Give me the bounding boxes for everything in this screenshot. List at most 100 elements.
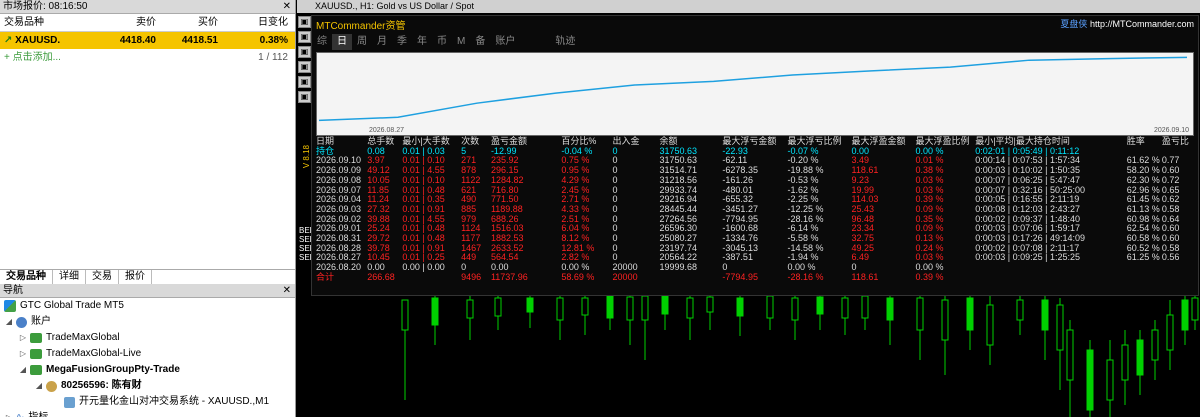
table-cell: 0: [612, 233, 618, 244]
expand-icon[interactable]: ◢: [4, 314, 14, 330]
broker-name: GTC Global Trade MT5: [20, 300, 124, 311]
col-ask[interactable]: 买价: [160, 14, 222, 31]
collapsed-icon[interactable]: ▷: [18, 330, 28, 346]
table-cell: 0: [612, 184, 618, 195]
collapsed-icon[interactable]: ▷: [18, 346, 28, 362]
tree-accounts[interactable]: ◢ 账户: [0, 314, 295, 330]
table-cell: 6.49: [851, 252, 870, 263]
tab-daily[interactable]: 日: [332, 34, 352, 50]
ea-label: 开元量化金山对冲交易系统 - XAUUSD.,M1: [79, 396, 270, 407]
candle-body: [1086, 349, 1094, 411]
mtc-url[interactable]: http://MTCommander.com: [1090, 19, 1194, 29]
mtc-title: MTCommander资管: [316, 21, 406, 32]
tab-track[interactable]: 轨迹: [550, 34, 580, 50]
candle-body: [1151, 329, 1159, 361]
toolbar-button[interactable]: ▣: [298, 91, 311, 103]
tree-broker[interactable]: GTC Global Trade MT5: [0, 298, 295, 314]
tab-weekly[interactable]: 周: [352, 34, 372, 50]
table-row: 2026.08.27 10.45 0.01 | 0.25 449 564.54 2.82 …: [316, 253, 1194, 263]
table-cell: 0: [612, 203, 618, 214]
expand-icon[interactable]: ◢: [18, 362, 28, 378]
symbol-row[interactable]: ↗ XAUUSD. 4418.40 4418.51 0.38%: [0, 32, 295, 49]
tab-overview[interactable]: 综: [312, 34, 332, 50]
table-cell: [1127, 263, 1162, 273]
candle-body: [1041, 299, 1049, 331]
table-cell: 118.61: [851, 271, 879, 282]
tree-user[interactable]: ◢ 80256596: 陈有财: [0, 378, 295, 394]
tab-yearly[interactable]: 年: [412, 34, 432, 50]
table-cell: 58.69 %: [561, 271, 595, 282]
candle-body: [1191, 297, 1199, 321]
table-cell: [975, 263, 1126, 273]
table-cell: 0: [612, 145, 618, 156]
table-cell: -7794.95: [722, 271, 758, 282]
col-bid[interactable]: 卖价: [100, 14, 160, 31]
table-cell: 11737.96: [490, 271, 528, 282]
candle-body: [1016, 299, 1024, 321]
toolbar-button[interactable]: ▣: [298, 76, 311, 88]
tab-m[interactable]: M: [452, 34, 470, 50]
tab-monthly[interactable]: 月: [372, 34, 392, 50]
table-cell: 合计: [316, 271, 335, 282]
chart-title: XAUUSD., H1: Gold vs US Dollar / Spot: [315, 1, 475, 11]
tree-account[interactable]: ◢ MegaFusionGroupPty-Trade: [0, 362, 295, 378]
equity-start-date: 2026.08.27: [369, 127, 405, 134]
table-cell: [1162, 263, 1194, 273]
symbol-change: 0.38%: [259, 35, 288, 46]
toolbar-button[interactable]: ▣: [298, 31, 311, 43]
col-symbol[interactable]: 交易品种: [0, 14, 100, 31]
collapsed-icon[interactable]: ▷: [4, 410, 14, 417]
market-watch-title: 市场报价: 08:16:50 ✕: [0, 0, 295, 14]
table-cell: 9496: [461, 271, 482, 282]
table-cell: 0.56: [1161, 252, 1180, 263]
tab-ticks[interactable]: 报价: [119, 270, 152, 284]
tab-symbols[interactable]: 交易品种: [0, 270, 53, 284]
tab-details[interactable]: 详细: [53, 270, 86, 284]
candle-body: [581, 297, 589, 316]
candle-body: [466, 299, 474, 319]
close-icon[interactable]: ✕: [283, 284, 291, 298]
chart-window[interactable]: XAUUSD., H1: Gold vs US Dollar / Spot ▣ …: [297, 0, 1200, 417]
col-change[interactable]: 日变化: [222, 14, 292, 31]
candle-body: [1121, 344, 1129, 381]
candle-body: [841, 297, 849, 319]
tab-notes[interactable]: 备: [470, 34, 490, 50]
table-cell: 出入金: [612, 136, 640, 146]
tab-quarterly[interactable]: 季: [392, 34, 412, 50]
table-cell: 20000: [612, 271, 638, 282]
table-cell: -28.16 %: [787, 271, 824, 282]
table-cell: 0: [612, 223, 618, 234]
add-symbol-row[interactable]: + 点击添加... 1 / 112: [0, 49, 295, 66]
candle-body: [791, 297, 799, 321]
broker-logo-icon: [4, 300, 16, 312]
tab-currency[interactable]: 币: [432, 34, 452, 50]
tree-account[interactable]: ▷ TradeMaxGlobal-Live: [0, 346, 295, 362]
tree-account[interactable]: ▷ TradeMaxGlobal: [0, 330, 295, 346]
toolbar-button[interactable]: ▣: [298, 46, 311, 58]
toolbar-button[interactable]: ▣: [298, 61, 311, 73]
candle-body: [431, 297, 439, 326]
candle-body: [661, 295, 669, 315]
equity-curve: 2026.08.27 2026.09.10: [316, 52, 1194, 136]
candle-body: [494, 297, 502, 317]
navigator-title: 导航 ✕: [0, 284, 295, 298]
add-symbol-label[interactable]: + 点击添加...: [0, 49, 222, 66]
tree-indicators[interactable]: ▷ ∿ 指标: [0, 410, 295, 417]
candle-body: [641, 295, 649, 321]
table-cell: [1162, 273, 1194, 283]
tab-trading[interactable]: 交易: [86, 270, 119, 284]
candle-body: [1056, 304, 1064, 351]
candle-body: [986, 304, 994, 346]
tab-account[interactable]: 账户: [490, 34, 520, 50]
tree-ea[interactable]: 开元量化金山对冲交易系统 - XAUUSD.,M1: [0, 394, 295, 410]
expert-advisor-icon: [64, 396, 75, 408]
user-label: 80256596: 陈有财: [61, 380, 142, 391]
close-icon[interactable]: ✕: [283, 0, 291, 14]
expand-icon[interactable]: ◢: [34, 378, 44, 394]
mtc-link[interactable]: 夏盘侠 http://MTCommander.com: [1060, 17, 1194, 30]
toolbar-button[interactable]: ▣: [298, 16, 311, 28]
table-cell: 0.39 %: [915, 271, 944, 282]
mtc-header: MTCommander资管 夏盘侠 http://MTCommander.com: [312, 16, 1198, 32]
candle-body: [941, 299, 949, 341]
candle-body: [1166, 314, 1174, 351]
